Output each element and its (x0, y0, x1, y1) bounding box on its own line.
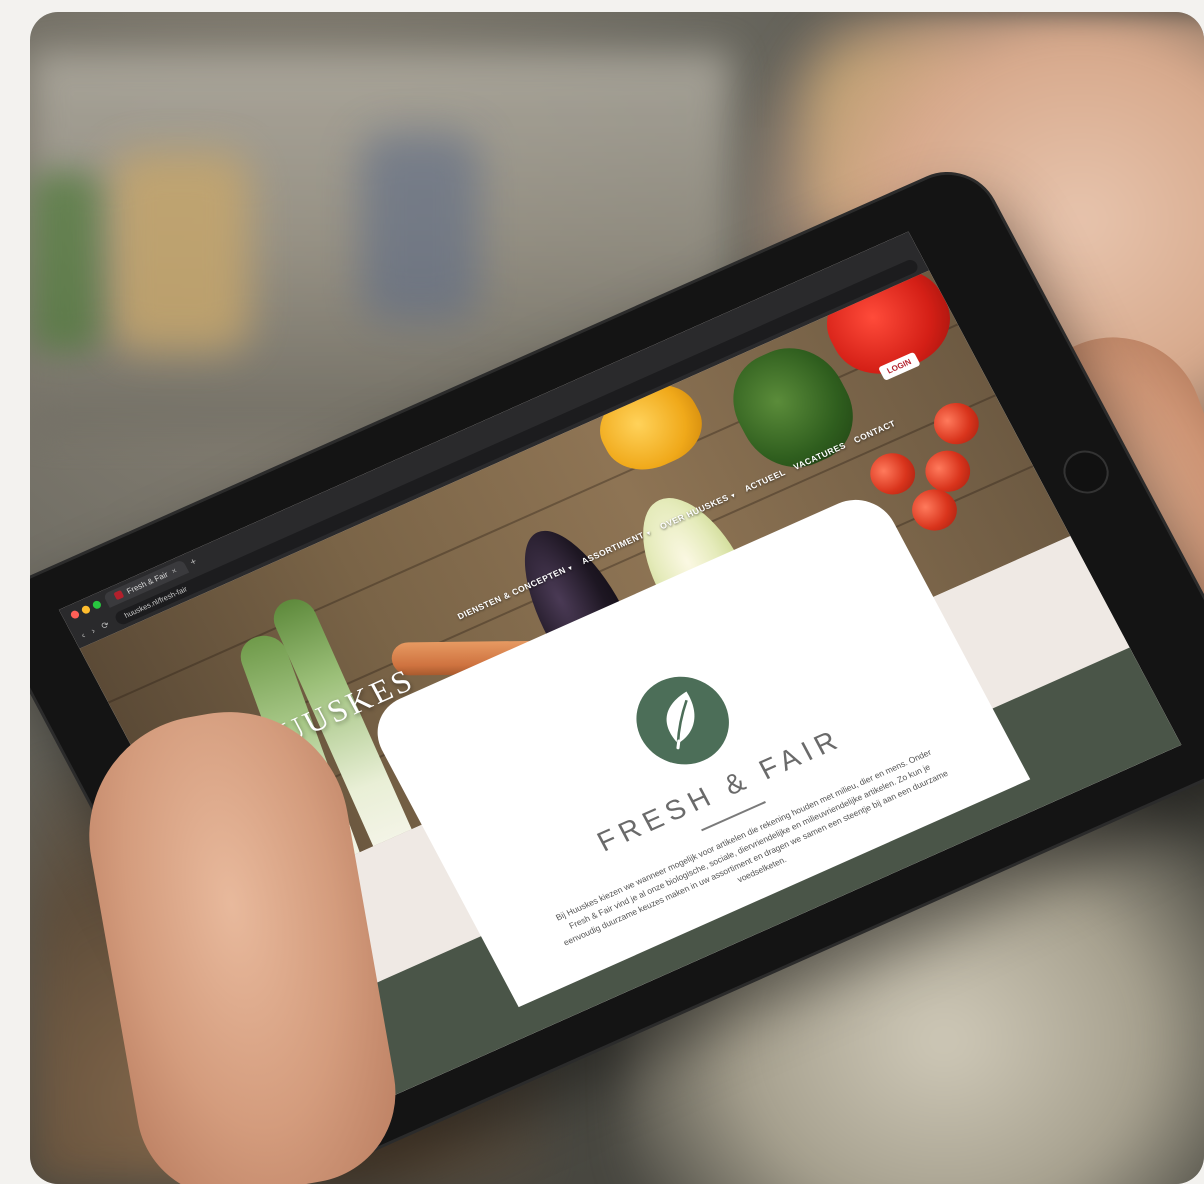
background-jar (110, 152, 250, 352)
favicon-icon (113, 589, 125, 601)
photo-frame: Fresh & Fair × + ‹ › ⟳ huuskes.nl/fresh-… (30, 12, 1204, 1184)
forward-button[interactable]: › (89, 626, 96, 636)
nav-item-label: ASSORTIMENT (579, 529, 646, 567)
maximize-window-button[interactable] (91, 599, 103, 611)
tomato-image (862, 446, 923, 502)
nav-item-assortiment[interactable]: ASSORTIMENT▼ (579, 527, 654, 567)
background-jar (360, 132, 480, 322)
tab-close-icon[interactable]: × (170, 566, 179, 576)
leaf-icon (666, 691, 695, 750)
reload-button[interactable]: ⟳ (99, 619, 111, 632)
leaf-badge (620, 662, 745, 779)
new-tab-button[interactable]: + (188, 556, 199, 568)
close-window-button[interactable] (69, 609, 81, 620)
back-button[interactable]: ‹ (79, 630, 86, 640)
chevron-down-icon: ▼ (729, 492, 739, 501)
minimize-window-button[interactable] (80, 604, 92, 615)
background-jar (30, 172, 100, 352)
home-button[interactable] (1055, 443, 1117, 501)
